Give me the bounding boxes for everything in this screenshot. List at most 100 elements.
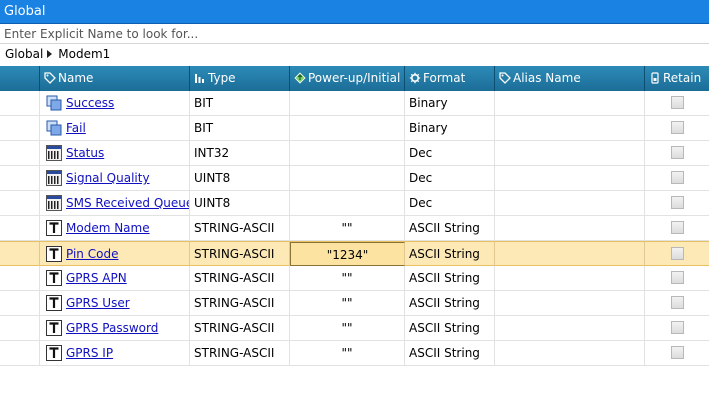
tag-name-link[interactable]: Fail xyxy=(66,121,86,135)
alias-cell[interactable] xyxy=(495,242,645,266)
row-selector-cell[interactable] xyxy=(0,141,40,165)
retain-checkbox[interactable] xyxy=(670,171,684,184)
retain-checkbox[interactable] xyxy=(670,321,684,334)
type-cell[interactable]: INT32 xyxy=(190,141,290,165)
init-cell[interactable] xyxy=(290,91,405,115)
init-cell[interactable]: "" xyxy=(290,216,405,240)
type-cell[interactable]: STRING-ASCII xyxy=(190,341,290,365)
table-row[interactable]: Success BIT Binary xyxy=(0,91,709,116)
breadcrumb-item-global[interactable]: Global xyxy=(5,44,43,64)
tag-name-link[interactable]: Success xyxy=(66,96,114,110)
init-cell[interactable] xyxy=(290,116,405,140)
table-row[interactable]: Pin Code STRING-ASCII "1234" ASCII String xyxy=(0,241,709,266)
format-cell[interactable]: ASCII String xyxy=(405,242,495,266)
name-cell[interactable]: Success xyxy=(40,91,190,115)
tag-name-link[interactable]: GPRS IP xyxy=(66,346,113,360)
retain-checkbox[interactable] xyxy=(670,271,684,284)
row-selector-cell[interactable] xyxy=(0,242,40,266)
format-cell[interactable]: Binary xyxy=(405,116,495,140)
column-header-format[interactable]: Format xyxy=(405,66,495,91)
type-cell[interactable]: UINT8 xyxy=(190,191,290,215)
type-cell[interactable]: BIT xyxy=(190,91,290,115)
init-cell[interactable] xyxy=(290,166,405,190)
alias-cell[interactable] xyxy=(495,266,645,290)
breadcrumb-item-modem1[interactable]: Modem1 xyxy=(58,44,110,64)
table-row[interactable]: Signal Quality UINT8 Dec xyxy=(0,166,709,191)
type-cell[interactable]: STRING-ASCII xyxy=(190,291,290,315)
table-row[interactable]: GPRS Password STRING-ASCII "" ASCII String xyxy=(0,316,709,341)
table-row[interactable]: GPRS User STRING-ASCII "" ASCII String xyxy=(0,291,709,316)
init-cell[interactable]: "" xyxy=(290,266,405,290)
type-cell[interactable]: STRING-ASCII xyxy=(190,216,290,240)
tag-name-link[interactable]: GPRS Password xyxy=(66,321,158,335)
name-cell[interactable]: Signal Quality xyxy=(40,166,190,190)
alias-cell[interactable] xyxy=(495,116,645,140)
format-cell[interactable]: ASCII String xyxy=(405,266,495,290)
column-header-type[interactable]: Type xyxy=(190,66,290,91)
table-row[interactable]: GPRS APN STRING-ASCII "" ASCII String xyxy=(0,266,709,291)
init-cell[interactable]: "" xyxy=(290,291,405,315)
init-cell[interactable]: "" xyxy=(290,316,405,340)
alias-cell[interactable] xyxy=(495,316,645,340)
name-cell[interactable]: SMS Received Queue xyxy=(40,191,190,215)
init-cell[interactable]: "" xyxy=(290,341,405,365)
tag-name-link[interactable]: Signal Quality xyxy=(66,171,150,185)
table-row[interactable]: Fail BIT Binary xyxy=(0,116,709,141)
column-header-retain[interactable]: Retain xyxy=(645,66,709,91)
alias-cell[interactable] xyxy=(495,341,645,365)
retain-checkbox[interactable] xyxy=(670,247,684,260)
type-cell[interactable]: STRING-ASCII xyxy=(190,316,290,340)
format-cell[interactable]: ASCII String xyxy=(405,216,495,240)
format-cell[interactable]: ASCII String xyxy=(405,291,495,315)
search-input[interactable] xyxy=(0,24,709,43)
format-cell[interactable]: Dec xyxy=(405,141,495,165)
format-cell[interactable]: Dec xyxy=(405,191,495,215)
name-cell[interactable]: GPRS IP xyxy=(40,341,190,365)
retain-checkbox[interactable] xyxy=(670,346,684,359)
retain-checkbox[interactable] xyxy=(670,96,684,109)
init-cell[interactable] xyxy=(290,191,405,215)
tag-name-link[interactable]: GPRS User xyxy=(66,296,130,310)
tag-name-link[interactable]: Modem Name xyxy=(66,221,150,235)
row-selector-cell[interactable] xyxy=(0,191,40,215)
table-row[interactable]: Modem Name STRING-ASCII "" ASCII String xyxy=(0,216,709,241)
retain-checkbox[interactable] xyxy=(670,221,684,234)
name-cell[interactable]: Pin Code xyxy=(40,242,190,266)
tag-name-link[interactable]: Pin Code xyxy=(66,247,118,261)
retain-checkbox[interactable] xyxy=(670,146,684,159)
alias-cell[interactable] xyxy=(495,216,645,240)
type-cell[interactable]: BIT xyxy=(190,116,290,140)
tag-name-link[interactable]: GPRS APN xyxy=(66,271,127,285)
format-cell[interactable]: ASCII String xyxy=(405,316,495,340)
retain-checkbox[interactable] xyxy=(670,296,684,309)
table-row[interactable]: GPRS IP STRING-ASCII "" ASCII String xyxy=(0,341,709,366)
name-cell[interactable]: GPRS User xyxy=(40,291,190,315)
type-cell[interactable]: STRING-ASCII xyxy=(190,266,290,290)
format-cell[interactable]: ASCII String xyxy=(405,341,495,365)
format-cell[interactable]: Dec xyxy=(405,166,495,190)
type-cell[interactable]: UINT8 xyxy=(190,166,290,190)
name-cell[interactable]: Fail xyxy=(40,116,190,140)
init-cell[interactable] xyxy=(290,141,405,165)
row-selector-cell[interactable] xyxy=(0,116,40,140)
table-row[interactable]: Status INT32 Dec xyxy=(0,141,709,166)
name-cell[interactable]: GPRS APN xyxy=(40,266,190,290)
retain-checkbox[interactable] xyxy=(670,196,684,209)
type-cell[interactable]: STRING-ASCII xyxy=(190,242,290,266)
alias-cell[interactable] xyxy=(495,291,645,315)
alias-cell[interactable] xyxy=(495,166,645,190)
alias-cell[interactable] xyxy=(495,191,645,215)
column-header-init[interactable]: Power-up/Initial xyxy=(290,66,405,91)
row-selector-cell[interactable] xyxy=(0,91,40,115)
row-selector-cell[interactable] xyxy=(0,216,40,240)
name-cell[interactable]: GPRS Password xyxy=(40,316,190,340)
alias-cell[interactable] xyxy=(495,91,645,115)
name-cell[interactable]: Modem Name xyxy=(40,216,190,240)
tag-name-link[interactable]: Status xyxy=(66,146,104,160)
tag-name-link[interactable]: SMS Received Queue xyxy=(66,196,189,210)
name-cell[interactable]: Status xyxy=(40,141,190,165)
row-selector-cell[interactable] xyxy=(0,266,40,290)
alias-cell[interactable] xyxy=(495,141,645,165)
row-selector-cell[interactable] xyxy=(0,291,40,315)
column-header-name[interactable]: Name xyxy=(40,66,190,91)
